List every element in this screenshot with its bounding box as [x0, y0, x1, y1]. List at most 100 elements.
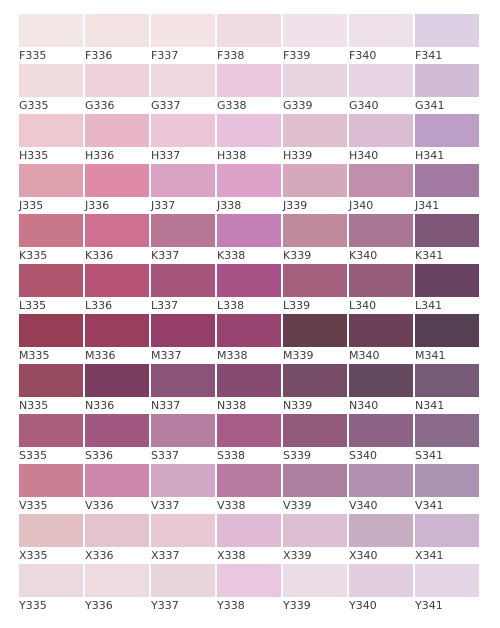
color-swatch-item[interactable]: F335 [18, 14, 84, 64]
color-swatch-item[interactable]: X337 [150, 514, 216, 564]
color-swatch[interactable] [217, 114, 281, 147]
color-swatch-item[interactable]: S335 [18, 414, 84, 464]
color-swatch-item[interactable]: J341 [414, 164, 480, 214]
color-swatch-item[interactable]: J336 [84, 164, 150, 214]
color-swatch[interactable] [415, 364, 479, 397]
color-swatch[interactable] [85, 514, 149, 547]
color-swatch-item[interactable]: M336 [84, 314, 150, 364]
color-swatch-item[interactable]: L341 [414, 264, 480, 314]
color-swatch-item[interactable]: N341 [414, 364, 480, 414]
color-swatch-item[interactable]: N336 [84, 364, 150, 414]
color-swatch-item[interactable]: V336 [84, 464, 150, 514]
color-swatch-item[interactable]: K337 [150, 214, 216, 264]
color-swatch-item[interactable]: V339 [282, 464, 348, 514]
color-swatch-item[interactable]: Y335 [18, 564, 84, 614]
color-swatch-item[interactable]: F337 [150, 14, 216, 64]
color-swatch-item[interactable]: K336 [84, 214, 150, 264]
color-swatch[interactable] [19, 564, 83, 597]
color-swatch[interactable] [349, 564, 413, 597]
color-swatch-item[interactable]: L339 [282, 264, 348, 314]
color-swatch[interactable] [349, 114, 413, 147]
color-swatch[interactable] [415, 214, 479, 247]
color-swatch[interactable] [283, 514, 347, 547]
color-swatch-item[interactable]: Y340 [348, 564, 414, 614]
color-swatch[interactable] [349, 14, 413, 47]
color-swatch[interactable] [85, 114, 149, 147]
color-swatch-item[interactable]: J340 [348, 164, 414, 214]
color-swatch-item[interactable]: X336 [84, 514, 150, 564]
color-swatch[interactable] [283, 64, 347, 97]
color-swatch[interactable] [19, 114, 83, 147]
color-swatch-item[interactable]: H340 [348, 114, 414, 164]
color-swatch[interactable] [151, 164, 215, 197]
color-swatch-item[interactable]: J337 [150, 164, 216, 214]
color-swatch[interactable] [19, 264, 83, 297]
color-swatch[interactable] [349, 414, 413, 447]
color-swatch[interactable] [349, 214, 413, 247]
color-swatch[interactable] [85, 564, 149, 597]
color-swatch[interactable] [217, 14, 281, 47]
color-swatch[interactable] [415, 314, 479, 347]
color-swatch-item[interactable]: G341 [414, 64, 480, 114]
color-swatch[interactable] [85, 364, 149, 397]
color-swatch[interactable] [217, 314, 281, 347]
color-swatch-item[interactable]: S337 [150, 414, 216, 464]
color-swatch-item[interactable]: N338 [216, 364, 282, 414]
color-swatch-item[interactable]: G338 [216, 64, 282, 114]
color-swatch-item[interactable]: V335 [18, 464, 84, 514]
color-swatch-item[interactable]: J335 [18, 164, 84, 214]
color-swatch-item[interactable]: X338 [216, 514, 282, 564]
color-swatch-item[interactable]: L340 [348, 264, 414, 314]
color-swatch[interactable] [19, 364, 83, 397]
color-swatch-item[interactable]: J338 [216, 164, 282, 214]
color-swatch[interactable] [217, 414, 281, 447]
color-swatch-item[interactable]: N335 [18, 364, 84, 414]
color-swatch[interactable] [151, 464, 215, 497]
color-swatch-item[interactable]: L337 [150, 264, 216, 314]
color-swatch-item[interactable]: M338 [216, 314, 282, 364]
color-swatch[interactable] [415, 514, 479, 547]
color-swatch[interactable] [85, 64, 149, 97]
color-swatch[interactable] [415, 64, 479, 97]
color-swatch[interactable] [151, 64, 215, 97]
color-swatch-item[interactable]: H339 [282, 114, 348, 164]
color-swatch-item[interactable]: L335 [18, 264, 84, 314]
color-swatch-item[interactable]: K340 [348, 214, 414, 264]
color-swatch[interactable] [19, 164, 83, 197]
color-swatch[interactable] [415, 564, 479, 597]
color-swatch[interactable] [283, 314, 347, 347]
color-swatch[interactable] [283, 564, 347, 597]
color-swatch-item[interactable]: L336 [84, 264, 150, 314]
color-swatch[interactable] [283, 464, 347, 497]
color-swatch-item[interactable]: F338 [216, 14, 282, 64]
color-swatch-item[interactable]: H337 [150, 114, 216, 164]
color-swatch-item[interactable]: G335 [18, 64, 84, 114]
color-swatch[interactable] [85, 314, 149, 347]
color-swatch[interactable] [349, 314, 413, 347]
color-swatch-item[interactable]: H341 [414, 114, 480, 164]
color-swatch-item[interactable]: G340 [348, 64, 414, 114]
color-swatch-item[interactable]: M337 [150, 314, 216, 364]
color-swatch-item[interactable]: N340 [348, 364, 414, 414]
color-swatch[interactable] [349, 264, 413, 297]
color-swatch-item[interactable]: S340 [348, 414, 414, 464]
color-swatch[interactable] [349, 514, 413, 547]
color-swatch[interactable] [349, 364, 413, 397]
color-swatch[interactable] [217, 364, 281, 397]
color-swatch[interactable] [85, 164, 149, 197]
color-swatch-item[interactable]: S341 [414, 414, 480, 464]
color-swatch-item[interactable]: F340 [348, 14, 414, 64]
color-swatch-item[interactable]: F341 [414, 14, 480, 64]
color-swatch[interactable] [85, 14, 149, 47]
color-swatch[interactable] [283, 114, 347, 147]
color-swatch[interactable] [217, 64, 281, 97]
color-swatch-item[interactable]: X339 [282, 514, 348, 564]
color-swatch[interactable] [217, 264, 281, 297]
color-swatch-item[interactable]: K338 [216, 214, 282, 264]
color-swatch[interactable] [415, 14, 479, 47]
color-swatch[interactable] [217, 564, 281, 597]
color-swatch-item[interactable]: Y339 [282, 564, 348, 614]
color-swatch[interactable] [151, 314, 215, 347]
color-swatch-item[interactable]: F336 [84, 14, 150, 64]
color-swatch[interactable] [151, 14, 215, 47]
